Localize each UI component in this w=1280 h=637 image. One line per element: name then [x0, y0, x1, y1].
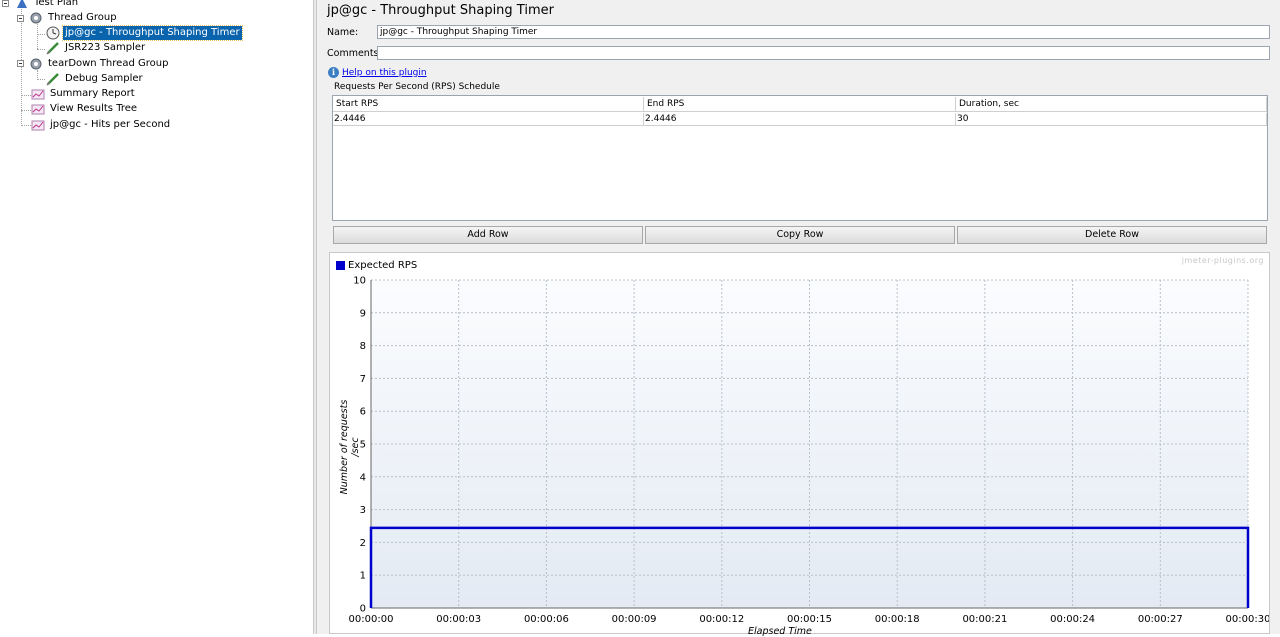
listener-chart-icon: [30, 118, 46, 132]
rps-schedule-section: Requests Per Second (RPS) Schedule Start…: [332, 82, 1268, 247]
gear-icon: [28, 11, 44, 25]
table-cell[interactable]: 2.4446: [644, 113, 956, 126]
collapse-thread-group-icon[interactable]: [17, 15, 24, 22]
table-cell[interactable]: 30: [956, 113, 1267, 126]
help-link[interactable]: Help on this plugin: [342, 68, 427, 78]
chart-legend: Expected RPS: [336, 260, 417, 271]
schedule-title: Requests Per Second (RPS) Schedule: [334, 82, 500, 92]
delete-row-button[interactable]: Delete Row: [957, 226, 1267, 244]
timer-icon: [45, 26, 61, 40]
test-plan-icon: [14, 0, 30, 10]
tree-item-teardown-thread-group[interactable]: tearDown Thread Group: [28, 57, 170, 71]
name-field[interactable]: jp@gc - Throughput Shaping Timer: [377, 25, 1270, 39]
comments-field[interactable]: [377, 46, 1270, 60]
x-axis-label: Elapsed Time: [748, 626, 812, 637]
help-row: i Help on this plugin: [328, 67, 427, 78]
y-axis-label: Number of requests /sec: [339, 399, 361, 495]
tree-item-label: Debug Sampler: [65, 73, 143, 84]
x-tick-label: 00:00:06: [524, 614, 569, 625]
element-editor-panel: jp@gc - Throughput Shaping Timer Name: j…: [317, 0, 1280, 637]
legend-label: Expected RPS: [348, 260, 418, 271]
tree-item-label: View Results Tree: [50, 103, 138, 114]
legend-swatch: [336, 261, 345, 270]
x-tick-label: 00:00:03: [436, 614, 481, 625]
tree-item-jsr223-sampler[interactable]: JSR223 Sampler: [45, 41, 147, 55]
expected-rps-chart: 0 1 2 3 4 5 6 7 8 9 10 00:00:00 00:00:03 00:00:06 00:0…: [329, 252, 1270, 637]
tree-item-label: tearDown Thread Group: [48, 58, 169, 69]
column-header-duration[interactable]: Duration, sec: [956, 97, 1267, 112]
tree-item-label: Summary Report: [50, 88, 135, 99]
y-tick-label: 9: [360, 308, 366, 319]
x-tick-label: 00:00:00: [349, 614, 394, 625]
name-label: Name:: [327, 27, 359, 38]
x-tick-label: 00:00:24: [1050, 614, 1095, 625]
gear-icon: [28, 57, 44, 71]
collapse-test-plan-icon[interactable]: [2, 0, 9, 7]
copy-row-button[interactable]: Copy Row: [645, 226, 955, 244]
x-tick-label: 00:00:12: [699, 614, 744, 625]
tree-item-hits-per-second[interactable]: jp@gc - Hits per Second: [30, 118, 172, 132]
x-tick-label: 00:00:09: [612, 614, 657, 625]
y-tick-label: 2: [360, 538, 366, 549]
column-header-start-rps[interactable]: Start RPS: [333, 97, 644, 112]
tree-item-test-plan[interactable]: Test Plan: [14, 0, 80, 10]
y-tick-label: 3: [360, 505, 366, 516]
x-tick-label: 00:00:18: [875, 614, 920, 625]
tree-item-thread-group[interactable]: Thread Group: [28, 11, 119, 25]
info-icon: i: [328, 67, 339, 78]
tree-item-label: jp@gc - Throughput Shaping Timer: [62, 25, 243, 41]
sampler-pipette-icon: [45, 72, 61, 86]
tree-item-throughput-shaping-timer[interactable]: jp@gc - Throughput Shaping Timer: [45, 25, 243, 41]
x-tick-label: 00:00:30: [1226, 614, 1269, 625]
chart-watermark: jmeter-plugins.org: [1181, 256, 1264, 265]
comments-label: Comments:: [327, 48, 382, 59]
tree-item-debug-sampler[interactable]: Debug Sampler: [45, 72, 145, 86]
x-tick-label: 00:00:27: [1138, 614, 1183, 625]
y-tick-label: 7: [360, 374, 366, 385]
sampler-pipette-icon: [45, 41, 61, 55]
tree-item-label: jp@gc - Hits per Second: [50, 119, 171, 130]
listener-chart-icon: [30, 102, 46, 116]
test-plan-tree: Test Plan Thread Group jp@gc - Throughpu…: [0, 0, 313, 634]
add-row-button[interactable]: Add Row: [333, 226, 643, 244]
tree-connector: [37, 49, 45, 50]
table-cell[interactable]: 2.4446: [333, 113, 644, 126]
tree-item-label: JSR223 Sampler: [65, 42, 146, 53]
tree-item-label: Thread Group: [48, 12, 117, 23]
panel-title: jp@gc - Throughput Shaping Timer: [327, 3, 554, 18]
chart-canvas: 01234567891000:00:00 00:00:03 00:00:06 00:0…: [349, 276, 1269, 626]
listener-chart-icon: [30, 87, 46, 101]
x-tick-label: 00:00:21: [962, 614, 1007, 625]
y-tick-label: 10: [353, 276, 366, 287]
tree-connector: [37, 34, 45, 35]
collapse-teardown-thread-group-icon[interactable]: [17, 60, 24, 67]
tree-item-view-results-tree[interactable]: View Results Tree: [30, 102, 139, 116]
tree-item-label: Test Plan: [34, 0, 79, 8]
y-tick-label: 0: [360, 604, 366, 615]
tree-connector: [37, 24, 38, 49]
column-header-end-rps[interactable]: End RPS: [644, 97, 956, 112]
y-tick-label: 8: [360, 341, 366, 352]
tree-connector: [37, 79, 45, 80]
x-tick-label: 00:00:15: [787, 614, 832, 625]
tree-item-summary-report[interactable]: Summary Report: [30, 87, 137, 101]
schedule-table[interactable]: Start RPS End RPS Duration, sec 2.4446 2…: [332, 95, 1268, 221]
y-tick-label: 1: [360, 571, 366, 582]
